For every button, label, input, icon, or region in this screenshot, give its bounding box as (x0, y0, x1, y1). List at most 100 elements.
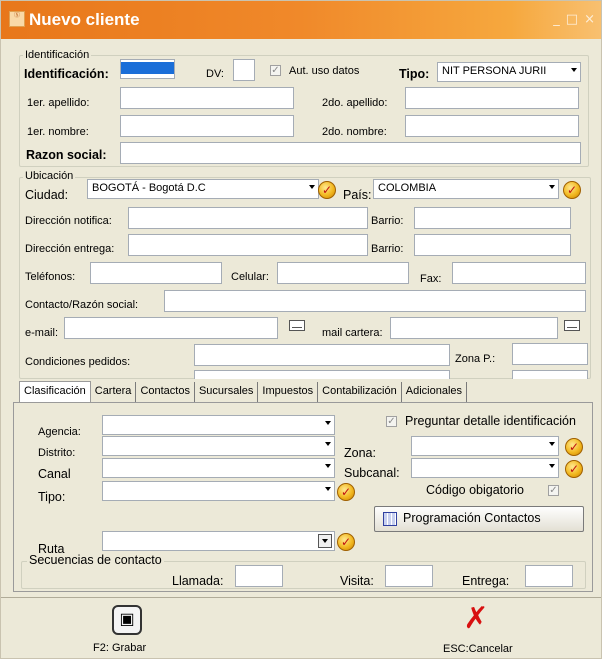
dir-entrega-label: Dirección entrega: (25, 243, 115, 255)
dir-entrega-input[interactable] (128, 234, 368, 256)
codigo-obligatorio-label: Código obigatorio (426, 483, 524, 497)
mail-cartera-send-icon[interactable] (564, 320, 580, 331)
zona-select[interactable] (411, 436, 559, 456)
llamada-input[interactable] (235, 565, 283, 587)
subcanal-select[interactable] (411, 458, 559, 478)
dir-notifica-input[interactable] (128, 207, 368, 229)
zona-p-input[interactable] (512, 343, 588, 365)
dv-input[interactable] (233, 59, 255, 81)
pais-lookup-icon[interactable]: ✓ (563, 181, 581, 199)
zona-p-label: Zona P.: (455, 353, 496, 365)
title-bar[interactable]: Ⓢ Nuevo cliente _ □ × (1, 1, 601, 39)
fax-input[interactable] (452, 262, 586, 284)
aut-uso-datos-checkbox[interactable]: ✓ (270, 65, 281, 76)
apellido1-input[interactable] (120, 87, 294, 109)
agencia-select[interactable] (102, 415, 335, 435)
identificacion-group-title: Identificación (23, 49, 92, 61)
cancel-x-icon[interactable]: ✗ (459, 602, 493, 636)
mail-cartera-label: mail cartera: (322, 327, 383, 339)
codigo-obligatorio-checkbox[interactable]: ✓ (548, 485, 559, 496)
barrio-notifica-label: Barrio: (371, 215, 404, 227)
chevron-down-icon (549, 442, 555, 446)
mail-cartera-input[interactable] (390, 317, 558, 339)
entrega-input[interactable] (525, 565, 573, 587)
celular-input[interactable] (277, 262, 409, 284)
nombre2-label: 2do. nombre: (322, 126, 387, 138)
tipo-select[interactable]: NIT PERSONA JURII (437, 62, 581, 82)
preguntar-detalle-checkbox[interactable]: ✓ (386, 416, 397, 427)
ubicacion-group-title: Ubicación (23, 170, 76, 182)
minimize-icon[interactable]: _ (553, 12, 560, 27)
window-title: Nuevo cliente (29, 10, 140, 29)
tab-contactos[interactable]: Contactos (136, 382, 195, 403)
maximize-icon[interactable]: □ (566, 12, 578, 27)
chevron-down-icon (325, 421, 331, 425)
tab-contabilizacion[interactable]: Contabilización (318, 382, 402, 403)
contacto-label: Contacto/Razón social: (25, 299, 139, 311)
apellido2-input[interactable] (405, 87, 579, 109)
calendar-icon (383, 512, 397, 526)
distrito-select[interactable] (102, 436, 335, 456)
tipo-lookup-icon[interactable]: ✓ (337, 483, 355, 501)
email-input[interactable] (64, 317, 278, 339)
ciudad-lookup-icon[interactable]: ✓ (318, 181, 336, 199)
save-label[interactable]: F2: Grabar (93, 642, 146, 655)
cancel-label[interactable]: ESC:Cancelar (443, 643, 513, 656)
app-icon: Ⓢ (9, 11, 25, 27)
identificacion-input[interactable] (120, 59, 175, 79)
pais-label: País: (343, 188, 372, 202)
preguntar-detalle-label: Preguntar detalle identificación (405, 414, 576, 428)
barrio-entrega-label: Barrio: (371, 243, 404, 255)
chevron-down-icon (325, 464, 331, 468)
floppy-save-icon[interactable]: ▣ (112, 605, 142, 635)
barrio-notifica-input[interactable] (414, 207, 571, 229)
chevron-down-icon (571, 68, 577, 72)
dir-notifica-label: Dirección notifica: (25, 215, 112, 227)
agencia-label: Agencia: (38, 426, 81, 438)
nombre1-input[interactable] (120, 115, 294, 137)
aut-uso-datos-label: Aut. uso datos (289, 65, 360, 77)
tab-cartera[interactable]: Cartera (91, 382, 137, 403)
canal-select[interactable] (102, 458, 335, 478)
zona-p-input-2[interactable] (512, 370, 588, 379)
razon-social-input[interactable] (120, 142, 581, 164)
nombre1-label: 1er. nombre: (27, 126, 89, 138)
nombre2-input[interactable] (405, 115, 579, 137)
condiciones-input-2[interactable] (194, 370, 450, 379)
chevron-down-icon (549, 464, 555, 468)
window-controls: _ □ × (547, 12, 595, 27)
visita-input[interactable] (385, 565, 433, 587)
telefonos-input[interactable] (90, 262, 222, 284)
zona-lookup-icon[interactable]: ✓ (565, 438, 583, 456)
ciudad-select[interactable]: BOGOTÁ - Bogotá D.C (87, 179, 319, 199)
dv-label: DV: (206, 68, 224, 80)
programacion-contactos-button[interactable]: Programación Contactos (374, 506, 584, 532)
contacto-input[interactable] (164, 290, 586, 312)
telefonos-label: Teléfonos: (25, 271, 76, 283)
close-icon[interactable]: × (584, 12, 595, 27)
zona-label: Zona: (344, 446, 376, 460)
tipo-clasificacion-select[interactable] (102, 481, 335, 501)
tab-clasificacion[interactable]: Clasificación (19, 381, 91, 403)
ruta-select[interactable] (102, 531, 335, 551)
identificacion-input-selection (121, 62, 174, 74)
ruta-lookup-icon[interactable]: ✓ (337, 533, 355, 551)
tab-impuestos[interactable]: Impuestos (258, 382, 319, 403)
condiciones-input[interactable] (194, 344, 450, 366)
email-send-icon[interactable] (289, 320, 305, 331)
barrio-entrega-input[interactable] (414, 234, 571, 256)
condiciones-label: Condiciones pedidos: (25, 356, 131, 368)
tab-adicionales[interactable]: Adicionales (402, 382, 468, 403)
subcanal-lookup-icon[interactable]: ✓ (565, 460, 583, 478)
razon-social-label: Razon social: (26, 148, 107, 162)
ciudad-label: Ciudad: (25, 188, 69, 202)
pais-select-value: COLOMBIA (378, 182, 437, 194)
chevron-down-icon (325, 442, 331, 446)
distrito-label: Distrito: (38, 447, 76, 459)
pais-select[interactable]: COLOMBIA (373, 179, 559, 199)
llamada-label: Llamada: (172, 574, 224, 588)
tipo-label: Tipo: (399, 67, 430, 81)
secuencias-title: Secuencias de contacto (27, 553, 164, 567)
apellido2-label: 2do. apellido: (322, 97, 388, 109)
tab-sucursales[interactable]: Sucursales (195, 382, 259, 403)
